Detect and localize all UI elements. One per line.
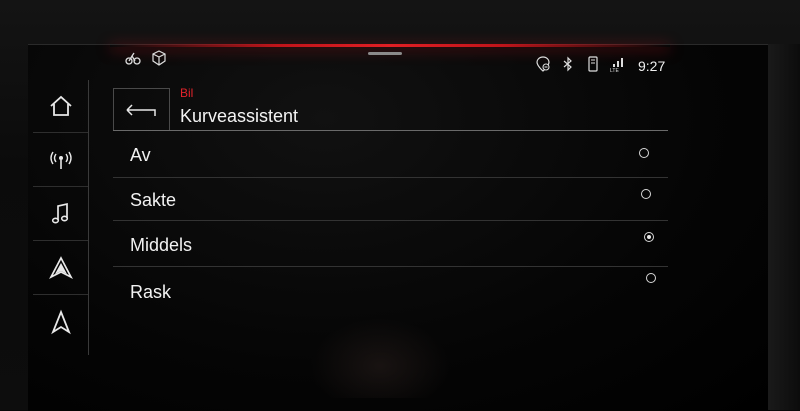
sidebar-item-radio[interactable]	[33, 134, 88, 187]
home-icon	[49, 95, 72, 116]
location-privacy-icon	[535, 56, 551, 72]
option-label: Rask	[130, 282, 172, 302]
status-bar-right: LTE	[535, 56, 626, 74]
svg-text:LTE: LTE	[610, 68, 619, 72]
list-divider	[113, 266, 668, 267]
bezel-edge	[768, 44, 800, 410]
pull-down-handle[interactable]	[368, 52, 402, 55]
sidebar-item-android-auto[interactable]	[33, 242, 88, 295]
option-middels[interactable]: Middels	[113, 222, 668, 266]
sidebar-item-navigation[interactable]	[33, 296, 88, 348]
ambient-red-glow	[110, 44, 670, 47]
option-label: Sakte	[130, 190, 177, 210]
android-auto-icon	[48, 256, 73, 279]
phone-icon	[585, 56, 601, 72]
music-icon	[51, 202, 68, 224]
sidebar-item-music[interactable]	[33, 188, 88, 241]
page-title: Kurveassistent	[180, 106, 299, 126]
radio-button[interactable]	[646, 273, 656, 283]
sidebar-item-home[interactable]	[33, 80, 88, 133]
lte-signal-icon: LTE	[610, 56, 626, 74]
navigation-icon	[50, 309, 71, 335]
radio-button[interactable]	[641, 189, 651, 199]
breadcrumb[interactable]: Bil	[180, 86, 193, 100]
screen-reflection	[310, 318, 450, 398]
back-button[interactable]	[113, 88, 170, 131]
radio-button-selected[interactable]	[644, 232, 654, 242]
bluetooth-icon	[560, 56, 576, 72]
sidebar	[33, 80, 89, 355]
option-rask[interactable]: Rask	[113, 268, 668, 312]
clock: 9:27	[638, 58, 666, 74]
package-icon	[151, 50, 167, 66]
option-sakte[interactable]: Sakte	[113, 178, 668, 222]
cyclist-icon	[125, 50, 141, 66]
option-label: Av	[130, 145, 151, 165]
radio-icon	[49, 151, 72, 169]
option-av[interactable]: Av	[113, 133, 668, 177]
header-divider	[113, 130, 668, 131]
list-divider	[113, 220, 668, 221]
option-label: Middels	[130, 235, 193, 255]
radio-button[interactable]	[639, 148, 649, 158]
back-arrow-icon	[125, 104, 156, 116]
status-bar-left	[125, 50, 167, 66]
